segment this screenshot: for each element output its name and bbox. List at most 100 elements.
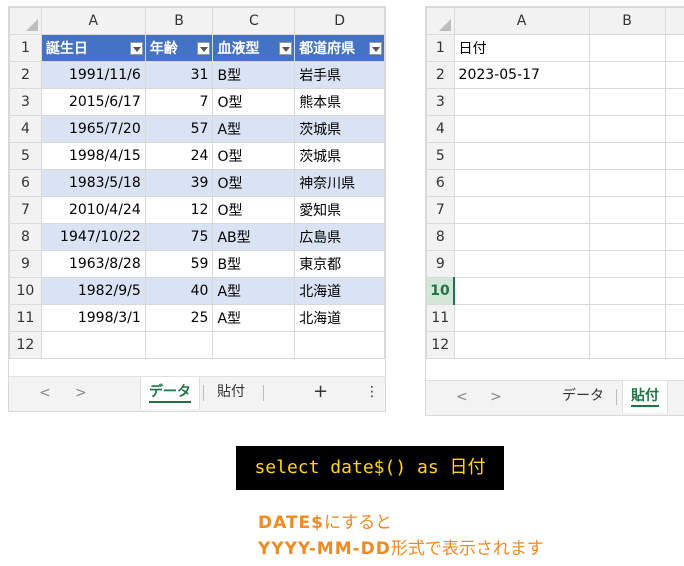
tab-scroll-right-icon[interactable]: >	[490, 389, 502, 405]
row-header[interactable]: 11	[9, 304, 42, 332]
row-header[interactable]: 1	[9, 34, 42, 62]
column-header-b[interactable]: B	[144, 7, 214, 35]
cell[interactable]	[144, 331, 214, 359]
cell[interactable]	[664, 250, 684, 278]
tab-scroll-right-icon[interactable]: >	[75, 385, 87, 401]
column-header-b[interactable]: B	[588, 7, 666, 35]
cell[interactable]	[453, 88, 590, 116]
cell[interactable]: O型	[212, 88, 296, 116]
row-header[interactable]: 3	[426, 88, 455, 116]
row-header[interactable]: 2	[9, 61, 42, 89]
cell[interactable]	[588, 88, 666, 116]
column-header-d[interactable]: D	[294, 7, 385, 35]
cell[interactable]: B型	[212, 61, 296, 89]
cell[interactable]: 31	[144, 61, 214, 89]
row-header[interactable]: 6	[9, 169, 42, 197]
cell[interactable]: 北海道	[294, 304, 385, 332]
cell[interactable]	[453, 115, 590, 143]
row-header[interactable]: 4	[9, 115, 42, 143]
cell[interactable]: 1998/4/15	[40, 142, 146, 170]
cell[interactable]	[588, 331, 666, 359]
column-header-a[interactable]: A	[40, 7, 146, 35]
tab-paste[interactable]: 貼付	[622, 381, 668, 413]
cell[interactable]	[453, 196, 590, 224]
row-header[interactable]: 2	[426, 61, 455, 89]
row-header[interactable]: 9	[426, 250, 455, 278]
row-header[interactable]: 7	[426, 196, 455, 224]
cell[interactable]: 東京都	[294, 250, 385, 278]
filter-dropdown-icon[interactable]	[279, 42, 293, 55]
add-sheet-button[interactable]: +	[305, 377, 336, 409]
row-header[interactable]: 12	[9, 331, 42, 359]
cell[interactable]	[40, 331, 146, 359]
row-header[interactable]: 6	[426, 169, 455, 197]
cell[interactable]	[588, 250, 666, 278]
tab-scroll-left-icon[interactable]: <	[456, 389, 468, 405]
cell[interactable]: A型	[212, 115, 296, 143]
column-header-a[interactable]: A	[453, 7, 590, 35]
row-header[interactable]: 11	[426, 304, 455, 332]
cell[interactable]	[588, 277, 666, 305]
cell[interactable]: 2015/6/17	[40, 88, 146, 116]
filter-dropdown-icon[interactable]	[197, 42, 211, 55]
row-header[interactable]: 4	[426, 115, 455, 143]
cell[interactable]: 茨城県	[294, 142, 385, 170]
cell[interactable]	[664, 169, 684, 197]
cell-a2[interactable]: 2023-05-17	[453, 61, 590, 89]
cell[interactable]: 神奈川県	[294, 169, 385, 197]
cell[interactable]: 57	[144, 115, 214, 143]
table-header-cell[interactable]: 都道府県	[294, 34, 385, 62]
cell[interactable]	[588, 34, 666, 62]
row-header-selected[interactable]: 10	[426, 277, 456, 305]
row-header[interactable]: 8	[9, 223, 42, 251]
tab-data[interactable]: データ	[554, 381, 612, 413]
cell[interactable]	[664, 223, 684, 251]
row-header[interactable]: 5	[9, 142, 42, 170]
cell[interactable]: B型	[212, 250, 296, 278]
cell[interactable]: O型	[212, 196, 296, 224]
tab-data[interactable]: データ	[140, 377, 200, 409]
cell[interactable]	[588, 61, 666, 89]
cell-a1[interactable]: 日付	[453, 34, 590, 62]
column-header-c[interactable]	[664, 7, 684, 35]
cell[interactable]: 1998/3/1	[40, 304, 146, 332]
cell[interactable]: 75	[144, 223, 214, 251]
cell[interactable]: 1991/11/6	[40, 61, 146, 89]
cell[interactable]	[294, 331, 385, 359]
select-all-corner[interactable]	[426, 7, 455, 35]
tab-paste[interactable]: 貼付	[209, 377, 253, 409]
cell[interactable]	[453, 304, 590, 332]
cell[interactable]: 北海道	[294, 277, 385, 305]
row-header[interactable]: 12	[426, 331, 455, 359]
table-header-cell[interactable]: 血液型	[212, 34, 296, 62]
cell[interactable]	[588, 169, 666, 197]
cell[interactable]	[664, 61, 684, 89]
cell[interactable]	[664, 115, 684, 143]
row-header[interactable]: 10	[9, 277, 42, 305]
cell[interactable]	[588, 223, 666, 251]
cell[interactable]	[588, 115, 666, 143]
column-header-c[interactable]: C	[212, 7, 296, 35]
row-header[interactable]: 3	[9, 88, 42, 116]
cell[interactable]: A型	[212, 304, 296, 332]
cell[interactable]: 12	[144, 196, 214, 224]
table-header-cell[interactable]: 年齢	[144, 34, 214, 62]
cell[interactable]: 1947/10/22	[40, 223, 146, 251]
cell[interactable]: A型	[212, 277, 296, 305]
cell[interactable]: 40	[144, 277, 214, 305]
cell[interactable]	[664, 277, 684, 305]
cell[interactable]: 1983/5/18	[40, 169, 146, 197]
cell[interactable]: AB型	[212, 223, 296, 251]
cell[interactable]	[453, 331, 590, 359]
filter-dropdown-icon[interactable]	[129, 42, 143, 55]
cell[interactable]	[453, 223, 590, 251]
cell[interactable]: 39	[144, 169, 214, 197]
cell[interactable]	[664, 304, 684, 332]
table-header-cell[interactable]: 誕生日	[40, 34, 146, 62]
cell[interactable]: 広島県	[294, 223, 385, 251]
cell[interactable]: 1963/8/28	[40, 250, 146, 278]
cell[interactable]	[212, 331, 296, 359]
select-all-corner[interactable]	[9, 7, 42, 35]
cell[interactable]: 茨城県	[294, 115, 385, 143]
cell[interactable]: 愛知県	[294, 196, 385, 224]
